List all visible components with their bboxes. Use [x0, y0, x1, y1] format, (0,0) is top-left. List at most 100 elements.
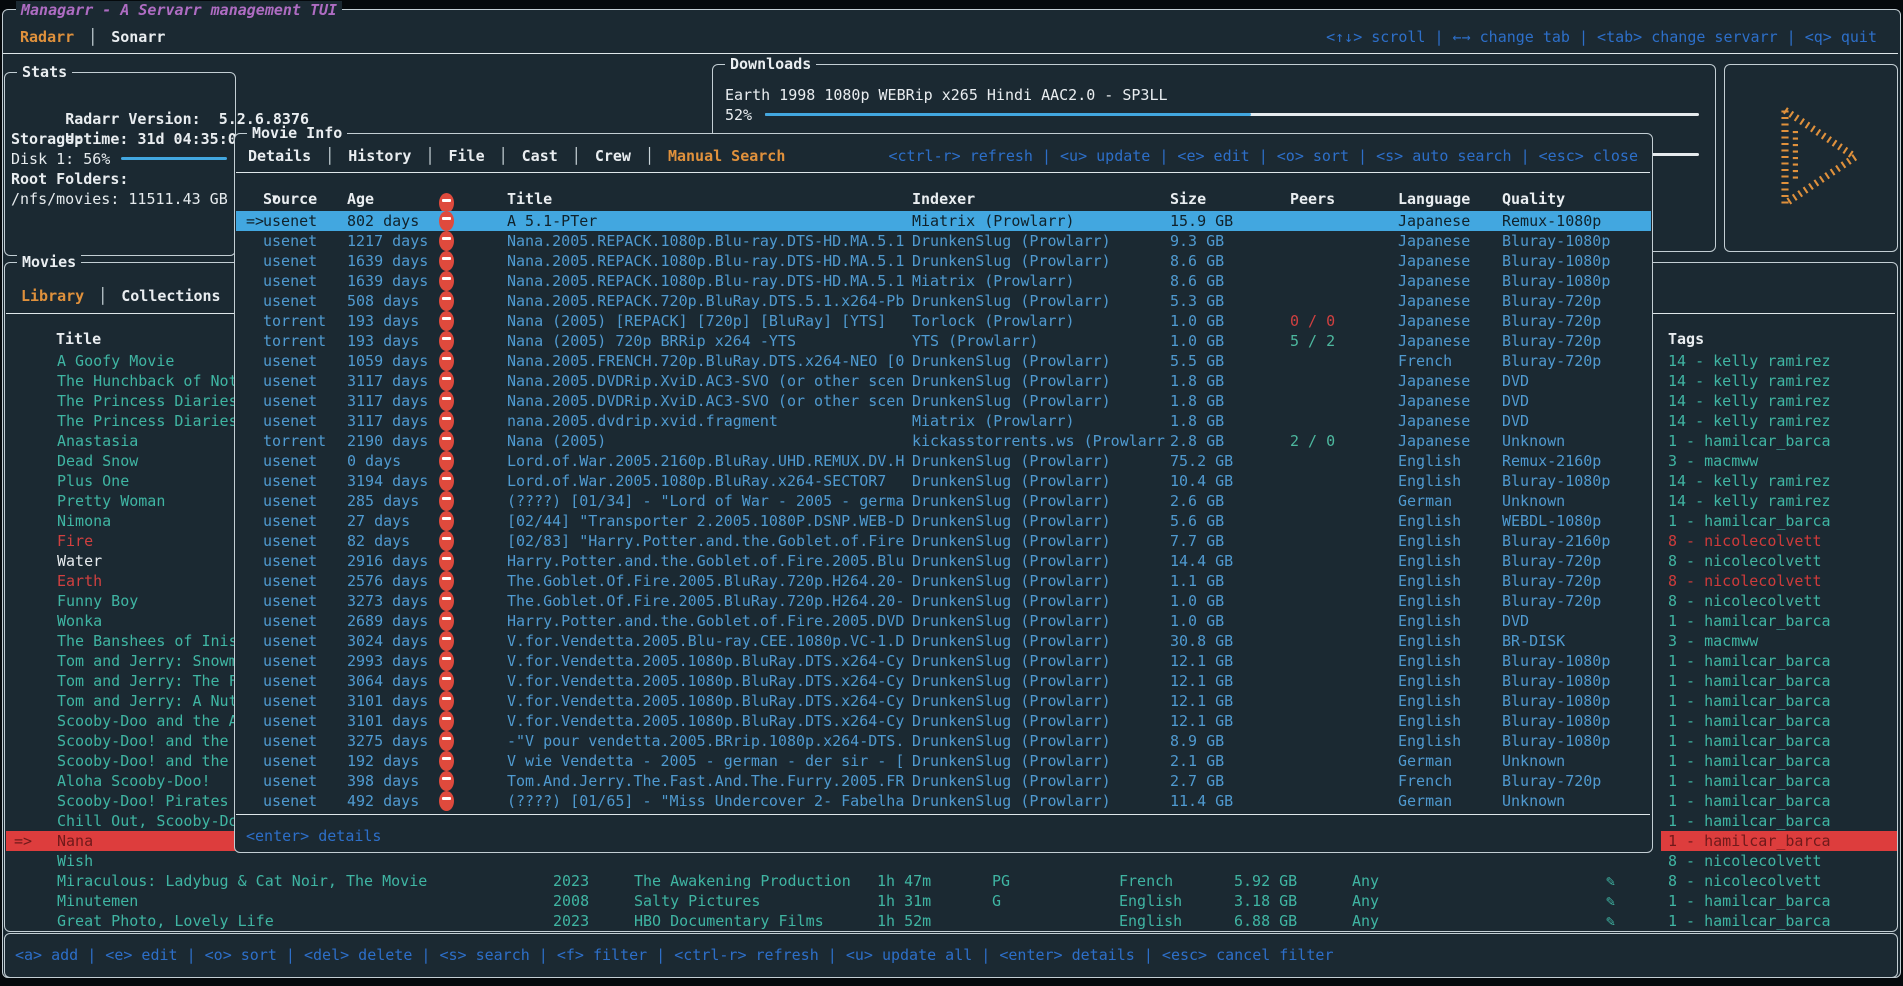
tag-label: 1 - hamilcar_barca	[1661, 772, 1831, 790]
library-row-details[interactable]: 2008Salty Pictures1h 31mGEnglish3.18 GBA…	[6, 891, 1656, 911]
movie-tag-cell[interactable]: 8 - nicolecolvett	[1661, 571, 1897, 591]
library-row-details[interactable]: 2023The Awakening Production1h 47mPGFren…	[6, 871, 1656, 891]
tab-library[interactable]: Library	[21, 286, 84, 306]
movie-tag-cell[interactable]: 1 - hamilcar_barca	[1661, 731, 1897, 751]
library-row-details[interactable]: 2023HBO Documentary Films1h 52mEnglish6.…	[6, 911, 1656, 931]
release-row[interactable]: usenet2916 daysHarry.Potter.and.the.Gobl…	[236, 551, 1651, 571]
movie-tag-cell[interactable]: 1 - hamilcar_barca	[1661, 671, 1897, 691]
tab-details[interactable]: Details	[248, 146, 311, 166]
movie-title: Scooby-Doo and the Al	[57, 711, 247, 731]
movie-tag-cell[interactable]: 8 - nicolecolvett	[1661, 551, 1897, 571]
movie-list-item[interactable]: Wish	[6, 851, 566, 871]
column-language[interactable]: Language	[1398, 189, 1470, 209]
movie-runtime: 1h 52m	[877, 911, 931, 931]
release-row[interactable]: usenet398 daysTom.And.Jerry.The.Fast.And…	[236, 771, 1651, 791]
release-row[interactable]: usenet3117 daysNana.2005.DVDRip.XviD.AC3…	[236, 391, 1651, 411]
release-row[interactable]: usenet192 daysV wie Vendetta - 2005 - ge…	[236, 751, 1651, 771]
movie-tag-cell[interactable]: 1 - hamilcar_barca	[1661, 651, 1897, 671]
release-row[interactable]: usenet3275 days-"V pour vendetta.2005.BR…	[236, 731, 1651, 751]
release-row[interactable]: usenet0 daysLord.of.War.2005.2160p.BluRa…	[236, 451, 1651, 471]
movie-tag-cell[interactable]: 1 - hamilcar_barca	[1661, 711, 1897, 731]
column-source[interactable]: Source ▼	[263, 189, 272, 209]
tab-sonarr[interactable]: Sonarr	[111, 27, 165, 47]
movie-tag-cell[interactable]: 14 - kelly ramirez	[1661, 391, 1897, 411]
movie-tag-cell[interactable]: 1 - hamilcar_barca	[1661, 751, 1897, 771]
release-row[interactable]: usenet3117 daysNana.2005.DVDRip.XviD.AC3…	[236, 371, 1651, 391]
release-row[interactable]: usenet3273 daysThe.Goblet.Of.Fire.2005.B…	[236, 591, 1651, 611]
movie-tag-cell[interactable]: 1 - hamilcar_barca	[1661, 911, 1897, 931]
tab-file[interactable]: File	[449, 146, 485, 166]
release-source: usenet	[263, 411, 317, 431]
release-row[interactable]: torrent2190 daysNana (2005)kickasstorren…	[236, 431, 1651, 451]
movie-tag-cell[interactable]: 1 - hamilcar_barca	[1661, 511, 1897, 531]
release-row[interactable]: =>usenet802 daysA 5.1-PTerMiatrix (Prowl…	[236, 211, 1651, 231]
release-language: English	[1398, 531, 1461, 551]
movie-language: English	[1119, 911, 1182, 931]
tab-crew[interactable]: Crew	[595, 146, 631, 166]
release-language: English	[1398, 731, 1461, 751]
release-row[interactable]: usenet508 daysNana.2005.REPACK.720p.BluR…	[236, 291, 1651, 311]
tab-manual-search[interactable]: Manual Search	[668, 146, 785, 166]
movie-tag-cell[interactable]: 14 - kelly ramirez	[1661, 491, 1897, 511]
release-quality: Bluray-1080p	[1502, 231, 1610, 251]
release-row[interactable]: usenet2993 daysV.for.Vendetta.2005.1080p…	[236, 651, 1651, 671]
release-row[interactable]: usenet3194 daysLord.of.War.2005.1080p.Bl…	[236, 471, 1651, 491]
release-row[interactable]: torrent193 daysNana (2005) [REPACK] [720…	[236, 311, 1651, 331]
column-indexer[interactable]: Indexer	[912, 189, 1168, 209]
release-row[interactable]: usenet492 days(????) [01/65] - "Miss Und…	[236, 791, 1651, 811]
movies-title: Movies	[17, 253, 81, 271]
movie-tag-cell[interactable]: 1 - hamilcar_barca	[1661, 691, 1897, 711]
column-size[interactable]: Size	[1170, 189, 1206, 209]
movie-tag-cell[interactable]: 1 - hamilcar_barca	[1661, 891, 1897, 911]
tag-label: 8 - nicolecolvett	[1661, 592, 1822, 610]
release-row[interactable]: usenet82 days[02/83] "Harry.Potter.and.t…	[236, 531, 1651, 551]
release-language: German	[1398, 751, 1452, 771]
release-row[interactable]: usenet3064 daysV.for.Vendetta.2005.1080p…	[236, 671, 1651, 691]
movie-tag-cell[interactable]: 8 - nicolecolvett	[1661, 531, 1897, 551]
movie-tag-cell[interactable]: 1 - hamilcar_barca	[1661, 831, 1897, 851]
movie-tag-cell[interactable]: 3 - macmww	[1661, 631, 1897, 651]
release-row[interactable]: usenet285 days(????) [01/34] - "Lord of …	[236, 491, 1651, 511]
release-row[interactable]: usenet3024 daysV.for.Vendetta.2005.Blu-r…	[236, 631, 1651, 651]
movie-tag-cell[interactable]: 3 - macmww	[1661, 451, 1897, 471]
movie-tag-cell[interactable]: 14 - kelly ramirez	[1661, 351, 1897, 371]
movie-tag-cell[interactable]: 8 - nicolecolvett	[1661, 591, 1897, 611]
movie-tag-cell[interactable]: 14 - kelly ramirez	[1661, 411, 1897, 431]
movie-tag-cell[interactable]: 8 - nicolecolvett	[1661, 851, 1897, 871]
release-indexer: Miatrix (Prowlarr)	[912, 211, 1168, 231]
release-quality: Bluray-1080p	[1502, 471, 1610, 491]
release-row[interactable]: usenet1639 daysNana.2005.REPACK.1080p.Bl…	[236, 271, 1651, 291]
release-row[interactable]: usenet3117 daysnana.2005.dvdrip.xvid.fra…	[236, 411, 1651, 431]
release-row[interactable]: usenet2689 daysHarry.Potter.and.the.Gobl…	[236, 611, 1651, 631]
release-row[interactable]: torrent193 daysNana (2005) 720p BRRip x2…	[236, 331, 1651, 351]
release-row[interactable]: usenet2576 daysThe.Goblet.Of.Fire.2005.B…	[236, 571, 1651, 591]
column-peers[interactable]: Peers	[1290, 189, 1335, 209]
release-row[interactable]: usenet3101 daysV.for.Vendetta.2005.1080p…	[236, 691, 1651, 711]
release-row[interactable]: usenet1639 daysNana.2005.REPACK.1080p.Bl…	[236, 251, 1651, 271]
column-title[interactable]: Title	[507, 189, 907, 209]
movie-tag-cell[interactable]: 1 - hamilcar_barca	[1661, 611, 1897, 631]
tab-radarr[interactable]: Radarr	[20, 27, 74, 47]
download-progress-track	[765, 113, 1699, 116]
release-row[interactable]: usenet3101 daysV.for.Vendetta.2005.1080p…	[236, 711, 1651, 731]
release-row[interactable]: usenet1217 daysNana.2005.REPACK.1080p.Bl…	[236, 231, 1651, 251]
movie-tag-cell[interactable]: 8 - nicolecolvett	[1661, 871, 1897, 891]
movie-tag-cell[interactable]: 1 - hamilcar_barca	[1661, 811, 1897, 831]
release-row[interactable]: usenet27 days[02/44] "Transporter 2.2005…	[236, 511, 1651, 531]
movie-tag-cell[interactable]: 1 - hamilcar_barca	[1661, 431, 1897, 451]
column-quality[interactable]: Quality	[1502, 189, 1565, 209]
release-indexer: DrunkenSlug (Prowlarr)	[912, 251, 1168, 271]
release-language: Japanese	[1398, 331, 1470, 351]
release-row[interactable]: usenet1059 daysNana.2005.FRENCH.720p.Blu…	[236, 351, 1651, 371]
release-age: 0 days	[347, 451, 401, 471]
movie-tag-cell[interactable]: 14 - kelly ramirez	[1661, 371, 1897, 391]
release-peers: 5 / 2	[1290, 331, 1335, 351]
tab-cast[interactable]: Cast	[522, 146, 558, 166]
tab-history[interactable]: History	[348, 146, 411, 166]
movie-tag-cell[interactable]: 14 - kelly ramirez	[1661, 471, 1897, 491]
rejected-icon	[439, 291, 454, 311]
tab-collections[interactable]: Collections	[121, 286, 220, 306]
column-age[interactable]: Age	[347, 189, 374, 209]
movie-tag-cell[interactable]: 1 - hamilcar_barca	[1661, 771, 1897, 791]
movie-tag-cell[interactable]: 1 - hamilcar_barca	[1661, 791, 1897, 811]
